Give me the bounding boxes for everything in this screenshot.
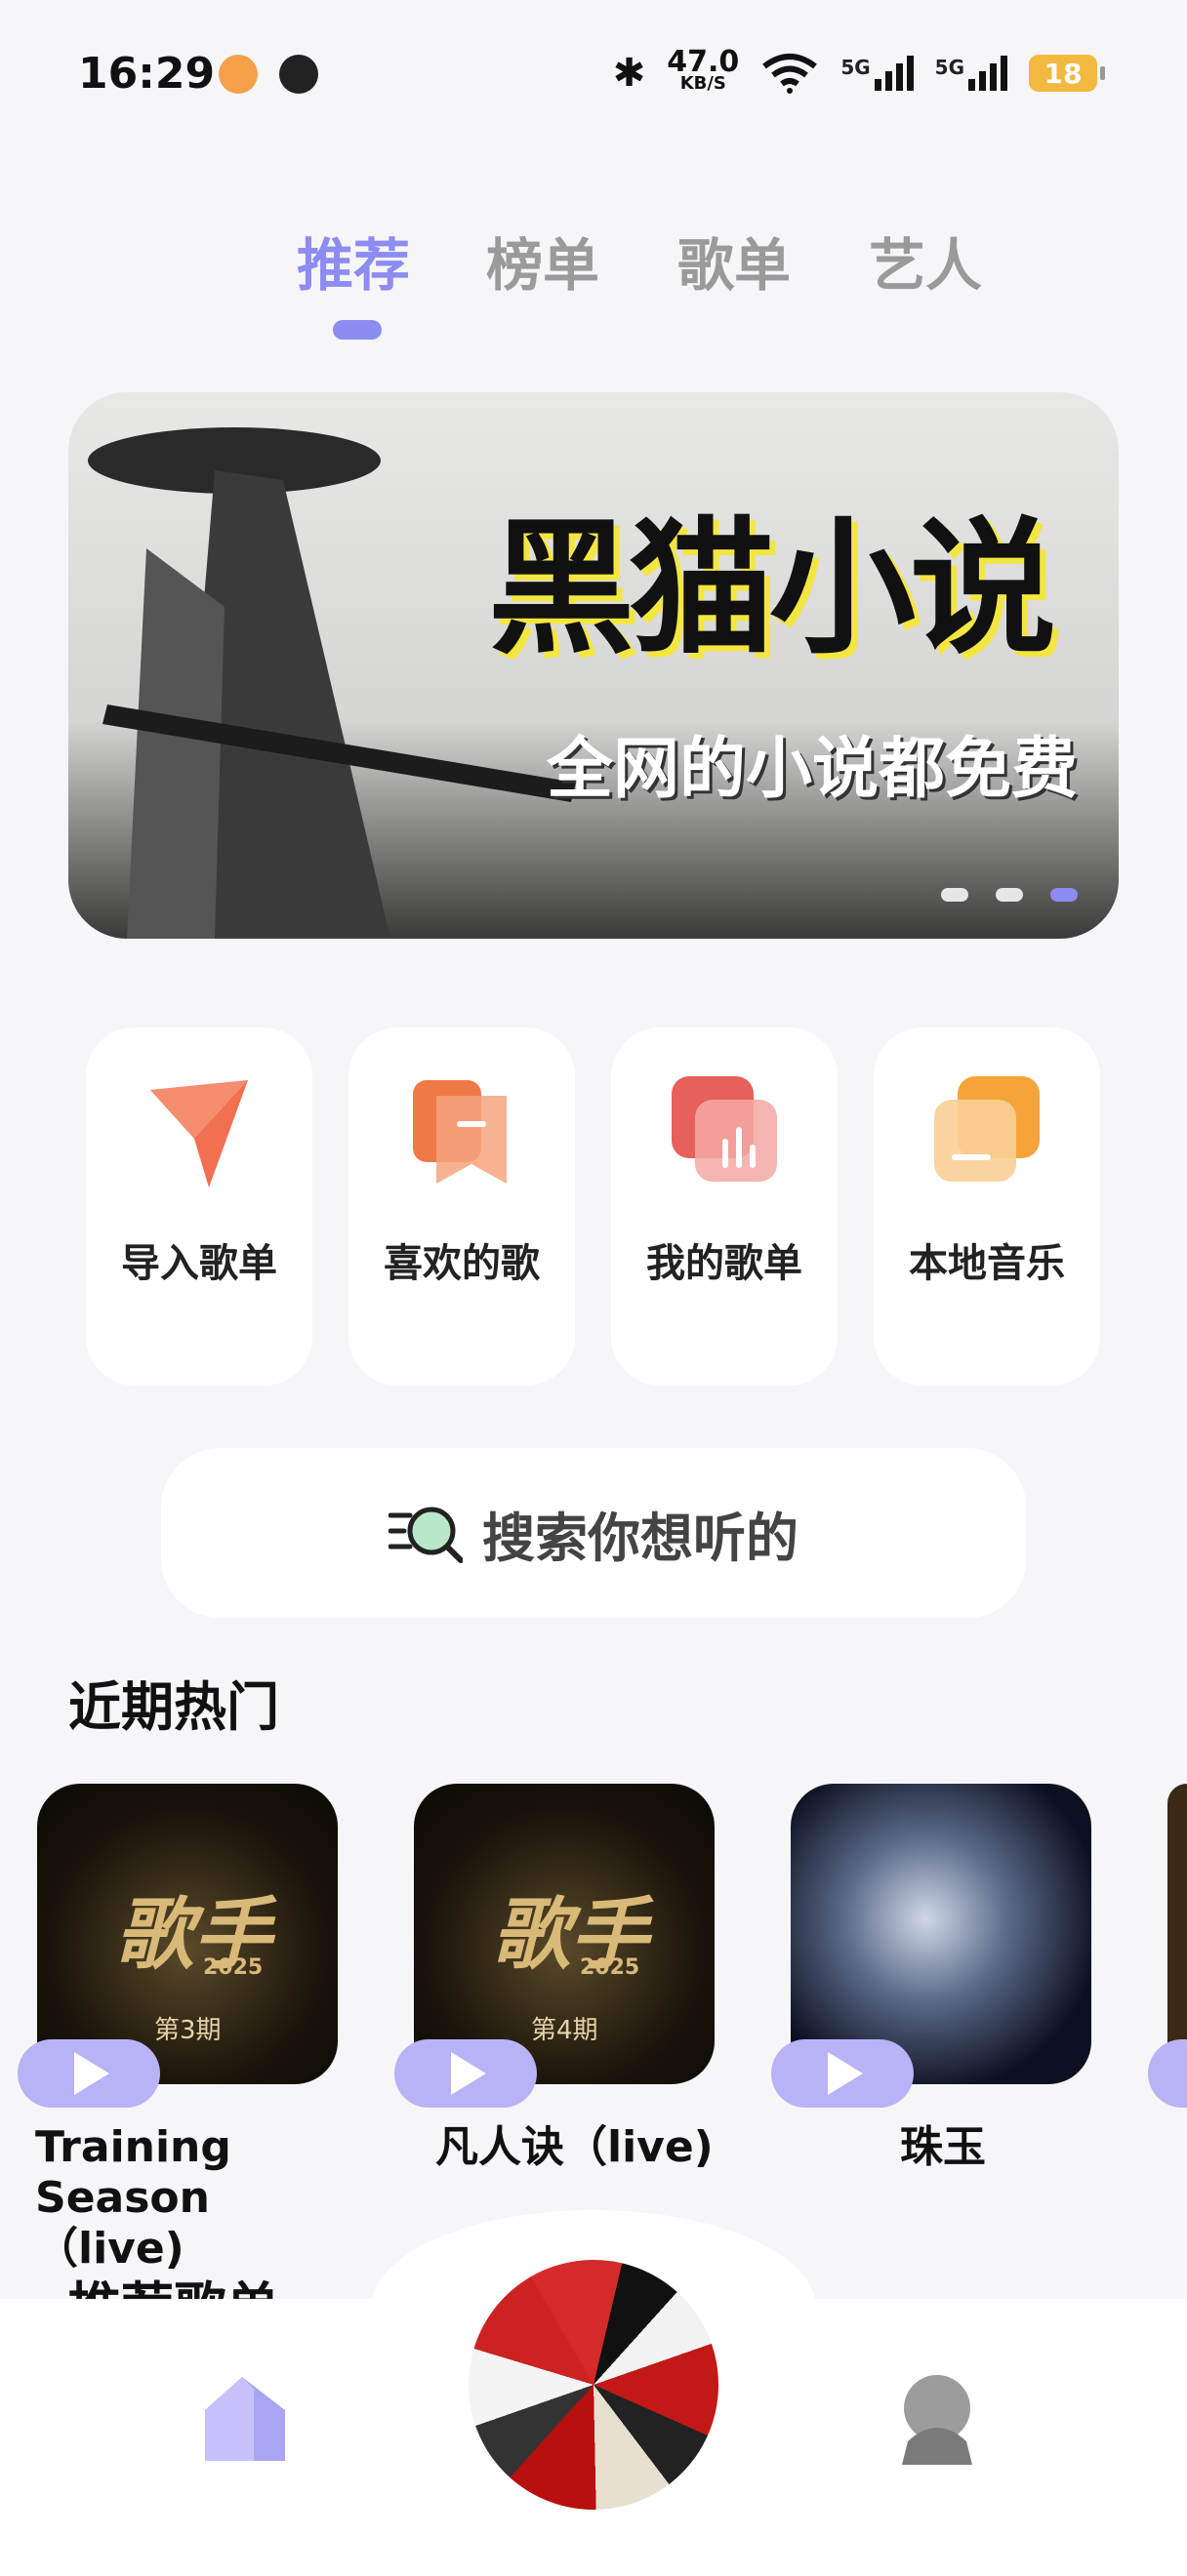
signal-bar [906, 56, 914, 91]
banner-dot-1[interactable] [941, 888, 968, 902]
play-button[interactable] [1148, 2039, 1187, 2108]
album-title-1[interactable]: Training Season（live) [35, 2122, 348, 2274]
local-music-card[interactable]: 本地音乐 [874, 1027, 1100, 1386]
my-playlist-card[interactable]: 我的歌单 [611, 1027, 838, 1386]
profile-icon[interactable] [888, 2371, 986, 2469]
status-time: 16:29 [78, 49, 216, 99]
search-bar[interactable]: 搜索你想听的 [161, 1448, 1026, 1618]
banner-subtitle: 全网的小说都免费 [547, 731, 1079, 808]
local-music-label: 本地音乐 [909, 1241, 1065, 1286]
banner-dot-3[interactable] [1050, 888, 1078, 902]
signal-bar [990, 63, 997, 91]
network-speed: 47.0 KB/S [667, 45, 740, 95]
signal-bar [895, 63, 903, 91]
network-speed-value: 47.0 [667, 45, 740, 79]
bluetooth-icon: ✱ [612, 51, 646, 96]
import-playlist-card[interactable]: 导入歌单 [86, 1027, 312, 1386]
signal-bar [968, 79, 975, 91]
cover-year: 2025 [580, 1955, 640, 1980]
qq-notification-icon [279, 55, 318, 94]
banner-title: 黑猫小说 [488, 504, 1056, 674]
my-playlist-label: 我的歌单 [646, 1241, 802, 1286]
my-playlist-icon [672, 1076, 777, 1182]
liked-songs-icon [413, 1080, 507, 1184]
signal-1: 5G [840, 56, 914, 91]
liked-songs-card[interactable]: 喜欢的歌 [348, 1027, 575, 1386]
signal-2-label: 5G [934, 56, 964, 79]
cover-year: 2025 [203, 1955, 264, 1980]
signal-bar [874, 79, 881, 91]
tab-playlists[interactable]: 歌单 [677, 220, 791, 302]
app-notification-icon [219, 55, 258, 94]
signal-2: 5G [935, 56, 1007, 91]
wifi-icon [762, 54, 818, 94]
home-icon[interactable] [195, 2369, 293, 2465]
tab-artists[interactable]: 艺人 [869, 220, 982, 302]
signal-bar [1001, 56, 1007, 91]
local-music-icon [934, 1076, 1040, 1182]
tab-charts[interactable]: 榜单 [486, 220, 599, 302]
tab-recommend[interactable]: 推荐 [297, 220, 410, 302]
import-playlist-icon [150, 1080, 248, 1187]
play-icon [74, 2052, 109, 2095]
play-button[interactable] [771, 2039, 914, 2108]
tab-indicator [333, 320, 382, 340]
signal-bar [884, 71, 892, 91]
banner-dot-2[interactable] [996, 888, 1023, 902]
play-icon [828, 2052, 863, 2095]
cover-episode: 第3期 [154, 2016, 222, 2045]
search-placeholder: 搜索你想听的 [482, 1507, 798, 1569]
album-title-3[interactable]: 珠玉 [900, 2122, 986, 2173]
search-icon [389, 1507, 463, 1563]
import-playlist-label: 导入歌单 [121, 1241, 277, 1286]
album-title-2[interactable]: 凡人诀（live) [435, 2122, 767, 2173]
play-button[interactable] [18, 2039, 160, 2108]
signal-bar [979, 71, 986, 91]
play-button[interactable] [394, 2039, 537, 2108]
section-title-recent-hot: 近期热门 [68, 1676, 279, 1738]
play-icon [451, 2052, 486, 2095]
liked-songs-label: 喜欢的歌 [384, 1241, 540, 1286]
status-icons: ✱ 47.0 KB/S 5G 5G 18 [612, 45, 1105, 96]
cover-episode: 第4期 [531, 2016, 598, 2045]
signal-1-label: 5G [840, 56, 871, 79]
promo-banner[interactable]: 黑猫小说 全网的小说都免费 [68, 392, 1119, 939]
battery-icon: 18 [1029, 55, 1105, 92]
